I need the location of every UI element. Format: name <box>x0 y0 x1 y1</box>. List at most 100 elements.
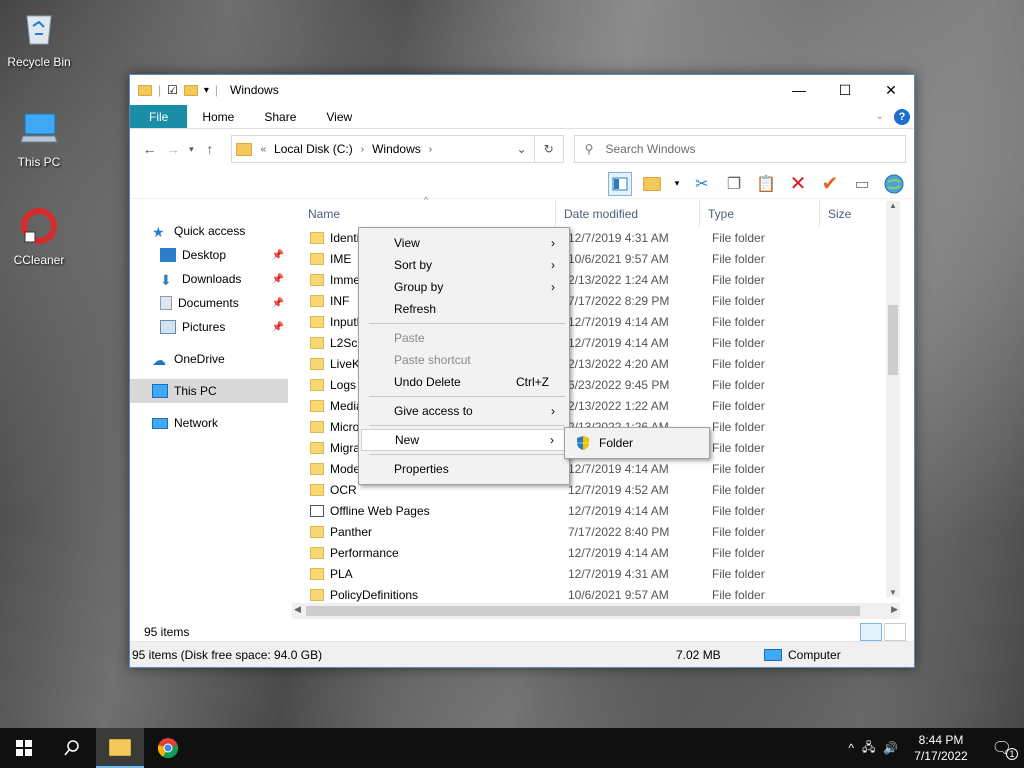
clock[interactable]: 8:44 PM 7/17/2022 <box>902 732 979 764</box>
desktop-icon-ccleaner[interactable]: CCleaner <box>2 206 76 267</box>
customize-dropdown-icon[interactable]: ▾ <box>204 85 209 96</box>
file-type: File folder <box>712 335 765 350</box>
taskbar-file-explorer[interactable] <box>96 728 144 768</box>
globe-icon[interactable] <box>882 172 906 196</box>
chrome-icon <box>157 738 179 759</box>
pin-icon: 📌 <box>271 297 284 309</box>
chevron-right-icon: › <box>550 433 554 447</box>
tab-share[interactable]: Share <box>249 105 311 128</box>
table-row[interactable]: PolicyDefinitions 10/6/2021 9:57 AM File f… <box>300 584 900 605</box>
delete-icon[interactable]: ✕ <box>786 172 810 196</box>
tab-view[interactable]: View <box>311 105 367 128</box>
breadcrumb-local-disk[interactable]: Local Disk (C:) <box>274 142 353 156</box>
menu-item-properties[interactable]: Properties <box>361 458 567 480</box>
help-icon[interactable]: ? <box>894 108 910 125</box>
chevron-down-icon[interactable]: ⌄ <box>510 142 534 156</box>
folder-icon <box>236 142 253 156</box>
menu-item-paste[interactable]: Paste <box>361 327 567 349</box>
nav-downloads[interactable]: ⬇ Downloads 📌 <box>130 267 288 291</box>
folder-icon <box>310 441 324 454</box>
search-input[interactable]: ⚲ Search Windows <box>573 135 906 163</box>
search-button[interactable] <box>48 728 96 768</box>
nav-desktop[interactable]: Desktop 📌 <box>130 243 288 267</box>
column-date-modified[interactable]: Date modified <box>556 201 700 227</box>
table-row[interactable]: Panther 7/17/2022 8:40 PM File folder <box>300 521 900 542</box>
horizontal-scroll-thumb[interactable] <box>306 606 860 616</box>
chevron-right-icon[interactable]: › <box>361 144 364 155</box>
back-arrow-icon[interactable]: ← <box>138 141 161 157</box>
horizontal-scrollbar[interactable]: ◀ ▶ <box>292 603 900 619</box>
file-date: 2/13/2022 4:20 AM <box>568 356 669 371</box>
chevron-right-icon[interactable]: › <box>429 144 432 155</box>
scroll-left-icon[interactable]: ◀ <box>294 604 301 615</box>
folder-icon <box>310 399 324 412</box>
address-bar[interactable]: « Local Disk (C:) › Windows › ⌄ <box>231 135 535 163</box>
start-button[interactable] <box>0 728 48 768</box>
menu-item-new[interactable]: New › <box>361 429 567 451</box>
maximize-button[interactable]: ☐ <box>822 75 868 105</box>
tab-home[interactable]: Home <box>187 105 249 128</box>
column-size[interactable]: Size <box>820 201 890 227</box>
breadcrumb-windows[interactable]: Windows <box>372 142 421 156</box>
minimize-button[interactable]: — <box>776 75 822 105</box>
expand-ribbon-icon[interactable]: ⌄ <box>876 111 884 122</box>
table-row[interactable]: PLA 12/7/2019 4:31 AM File folder <box>300 563 900 584</box>
large-icons-view-button[interactable] <box>884 623 906 641</box>
navigation-bar: ← → ▾ ↑ « Local Disk (C:) › Windows › ⌄ … <box>130 129 914 169</box>
cut-icon[interactable]: ✂ <box>690 172 714 196</box>
chevron-up-icon[interactable]: ^ <box>844 741 858 755</box>
tab-file[interactable]: File <box>130 105 188 128</box>
submenu-item-folder[interactable]: Folder <box>599 436 633 450</box>
preview-pane-icon[interactable] <box>608 171 632 196</box>
vertical-scrollbar[interactable]: ▲ ▼ <box>886 201 900 597</box>
chevron-down-icon[interactable]: ▾ <box>672 172 682 196</box>
properties-icon[interactable]: ☑ <box>167 83 178 97</box>
folder-icon <box>310 588 324 601</box>
menu-item-give-access[interactable]: Give access to › <box>361 400 567 422</box>
menu-item-sort-by[interactable]: Sort by › <box>361 254 567 276</box>
paste-icon[interactable]: 📋 <box>754 172 778 196</box>
nav-documents[interactable]: Documents 📌 <box>130 291 288 315</box>
folder-view-icon[interactable] <box>640 172 664 196</box>
recent-locations-icon[interactable]: ▾ <box>185 144 199 155</box>
context-menu: View › Sort by › Group by › Refresh Paste P… <box>358 227 570 485</box>
desktop-icon-this-pc[interactable]: This PC <box>2 108 76 169</box>
taskbar-chrome[interactable] <box>144 728 192 768</box>
scroll-down-icon[interactable]: ▼ <box>886 588 900 597</box>
forward-arrow-icon[interactable]: → <box>161 141 184 157</box>
details-view-button[interactable] <box>860 623 882 641</box>
rename-icon[interactable]: ▭ <box>850 172 874 196</box>
new-folder-icon[interactable] <box>183 84 198 96</box>
network-icon[interactable]: 🖧 <box>858 738 879 759</box>
menu-item-paste-shortcut[interactable]: Paste shortcut <box>361 349 567 371</box>
notification-center-icon[interactable]: 🗨 1 <box>980 738 1024 760</box>
nav-onedrive[interactable]: ☁ OneDrive <box>130 347 288 371</box>
column-type[interactable]: Type <box>700 201 820 227</box>
folder-icon <box>310 546 324 559</box>
menu-item-view[interactable]: View › <box>361 232 567 254</box>
table-row[interactable]: Offline Web Pages 12/7/2019 4:14 AM File f… <box>300 500 900 521</box>
up-arrow-icon[interactable]: ↑ <box>198 141 221 157</box>
file-name: Offline Web Pages <box>300 504 560 518</box>
menu-item-undo-delete[interactable]: Undo Delete Ctrl+Z <box>361 371 567 393</box>
menu-item-group-by[interactable]: Group by › <box>361 276 567 298</box>
table-row[interactable]: Performance 12/7/2019 4:14 AM File folder <box>300 542 900 563</box>
file-type: File folder <box>712 314 765 329</box>
volume-icon[interactable]: 🔊 <box>879 741 902 755</box>
nav-this-pc[interactable]: This PC <box>130 379 288 403</box>
desktop-icon-recycle-bin[interactable]: Recycle Bin <box>2 8 76 69</box>
scroll-up-icon[interactable]: ▲ <box>886 201 900 210</box>
refresh-button[interactable]: ↻ <box>534 135 564 163</box>
vertical-scroll-thumb[interactable] <box>888 305 898 375</box>
menu-item-refresh[interactable]: Refresh <box>361 298 567 320</box>
cloud-icon: ☁ <box>152 352 166 368</box>
checkmark-icon[interactable]: ✔ <box>818 172 842 196</box>
nav-pictures[interactable]: Pictures 📌 <box>130 315 288 339</box>
scroll-right-icon[interactable]: ▶ <box>891 604 898 615</box>
nav-quick-access[interactable]: ★ Quick access <box>130 219 288 243</box>
nav-network[interactable]: Network <box>130 411 288 435</box>
copy-icon[interactable]: ❐ <box>722 172 746 196</box>
close-button[interactable]: ✕ <box>868 75 914 105</box>
file-date: 12/7/2019 4:14 AM <box>568 461 669 476</box>
file-name: Panther <box>300 525 560 539</box>
